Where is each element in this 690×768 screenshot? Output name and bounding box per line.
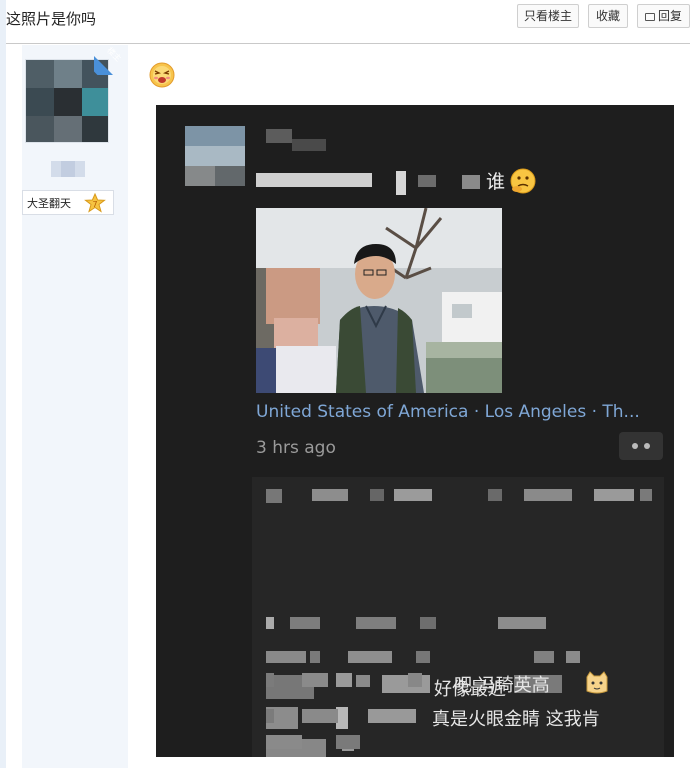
level-number: 7 bbox=[92, 200, 97, 209]
page-left-edge bbox=[0, 0, 6, 768]
level-name: 大圣翻天 bbox=[27, 197, 71, 210]
post-time: 3 hrs ago bbox=[256, 438, 336, 458]
caption-redacted-4 bbox=[462, 175, 480, 189]
author-sidebar: 楼主 大圣翻天 7 bbox=[22, 45, 128, 768]
poster-name-redacted-2 bbox=[292, 139, 326, 151]
more-options-button[interactable] bbox=[619, 432, 663, 460]
poster-name-redacted bbox=[266, 129, 292, 143]
more-dot-2 bbox=[644, 443, 650, 449]
excited-face-emoji-icon bbox=[149, 62, 175, 88]
poster-avatar-redacted bbox=[185, 126, 245, 186]
op-badge: 楼主 bbox=[94, 45, 128, 75]
favorite-button[interactable]: 收藏 bbox=[588, 4, 628, 28]
level-star-icon: 7 bbox=[84, 193, 106, 213]
caption-redacted bbox=[256, 173, 372, 187]
thread-header: 这照片是你吗 只看楼主 收藏 回复 bbox=[6, 0, 690, 44]
more-dot-1 bbox=[632, 443, 638, 449]
username-redacted bbox=[51, 161, 85, 177]
comment-line-author: 吧 冯琦英高 bbox=[454, 675, 550, 696]
moment-photo[interactable] bbox=[256, 208, 502, 393]
level-badge[interactable]: 大圣翻天 7 bbox=[22, 190, 114, 215]
thinking-face-icon bbox=[510, 168, 536, 194]
reply-icon bbox=[644, 13, 655, 21]
comment-line-last: 真是火眼金睛 这我肯 bbox=[432, 709, 600, 730]
thread-title: 这照片是你吗 bbox=[6, 10, 97, 28]
reply-button-label: 回复 bbox=[657, 9, 682, 23]
caption-tail: 谁 bbox=[486, 171, 506, 193]
only-op-button[interactable]: 只看楼主 bbox=[517, 4, 579, 28]
op-badge-label: 楼主 bbox=[105, 45, 123, 64]
cat-face-icon bbox=[586, 671, 608, 694]
moments-screenshot[interactable]: 谁 United States of America · Los Angeles… bbox=[156, 105, 674, 757]
caption-redacted-2 bbox=[396, 171, 406, 195]
caption-redacted-3 bbox=[418, 175, 436, 187]
reply-button[interactable]: 回复 bbox=[637, 4, 690, 28]
location-link[interactable]: United States of America · Los Angeles ·… bbox=[256, 402, 640, 422]
